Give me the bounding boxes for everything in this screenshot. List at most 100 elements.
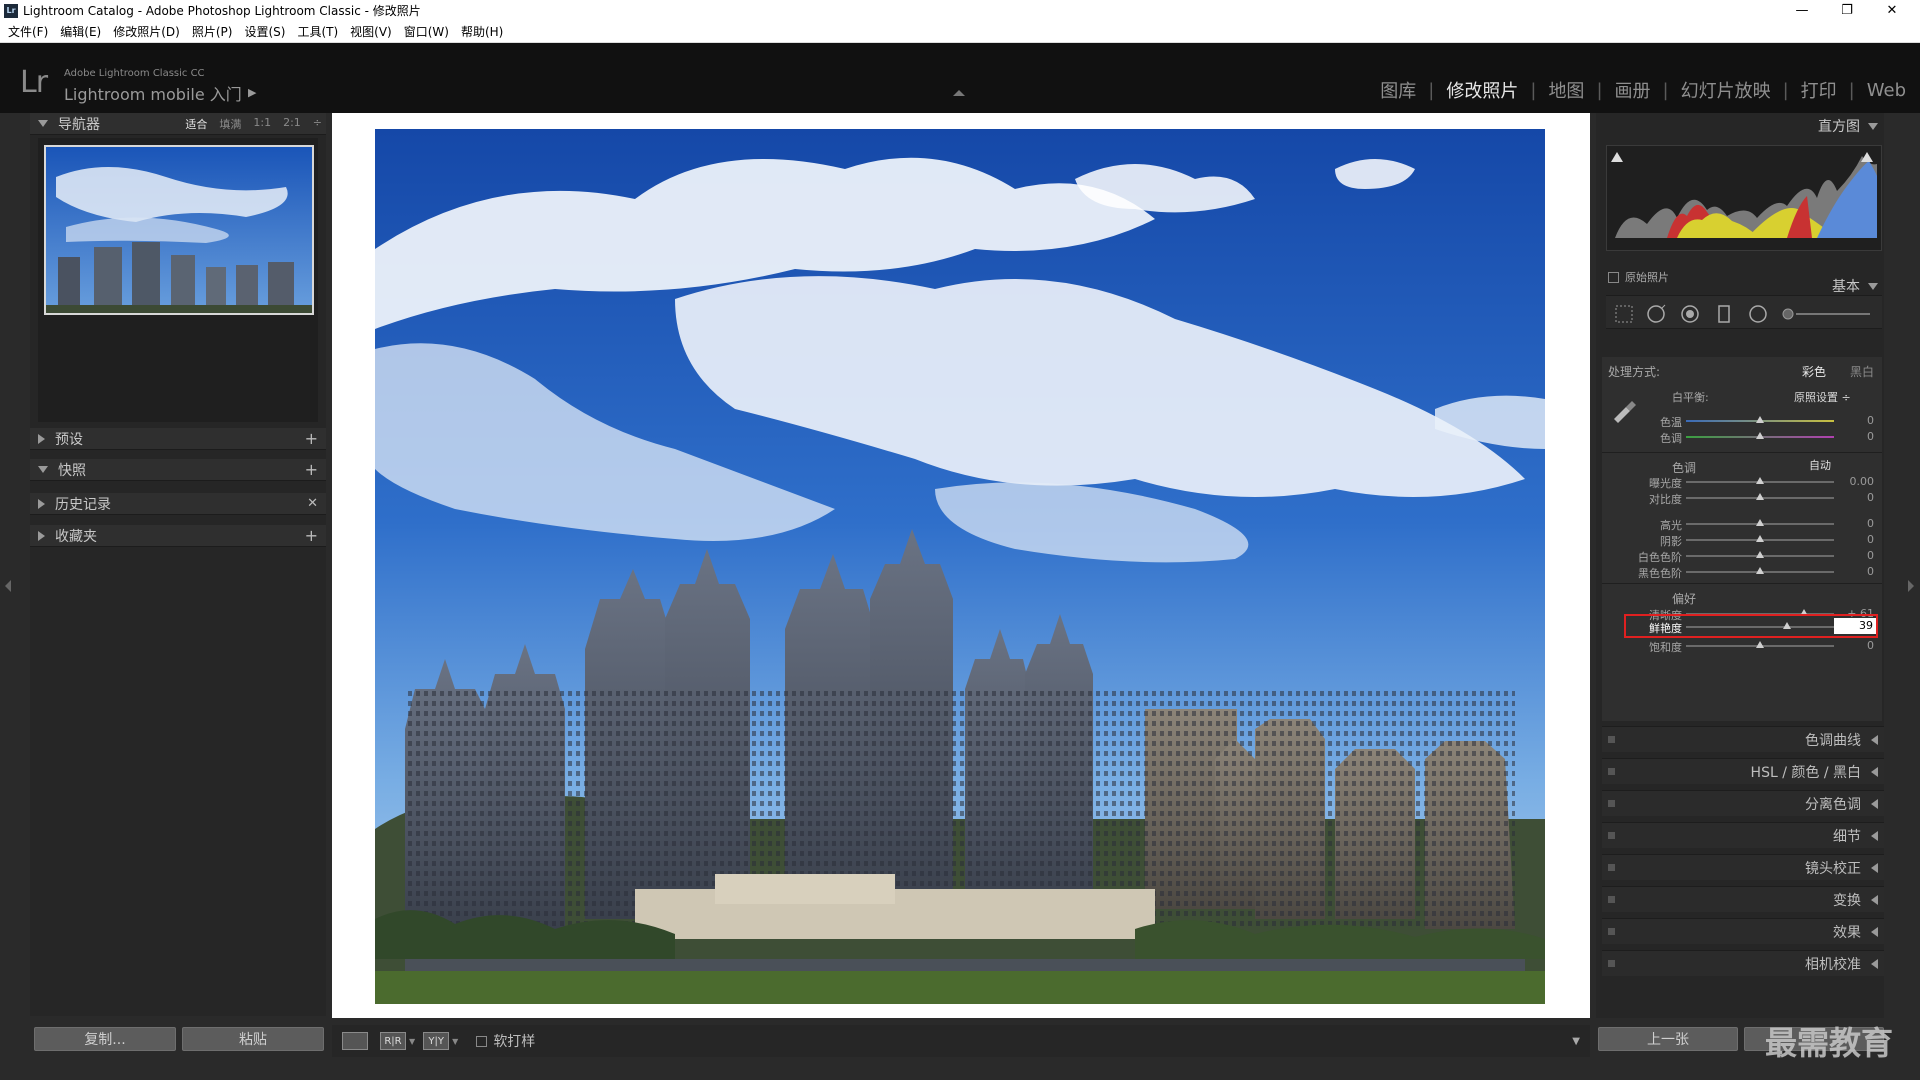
white-balance-select[interactable]: 原照设置 ÷ xyxy=(1794,389,1851,405)
menu-tools[interactable]: 工具(T) xyxy=(297,23,338,40)
effects-header[interactable]: 效果 xyxy=(1602,918,1884,944)
spot-removal-icon[interactable] xyxy=(1646,304,1666,324)
detail-header[interactable]: 细节 xyxy=(1602,822,1884,848)
treatment-bw[interactable]: 黑白 xyxy=(1850,363,1874,380)
zoom-fit[interactable]: 适合 xyxy=(185,116,207,132)
history-header[interactable]: 历史记录 ✕ xyxy=(30,493,326,515)
histogram[interactable] xyxy=(1606,145,1882,251)
hsl-header[interactable]: HSL / 颜色 / 黑白 xyxy=(1602,758,1884,784)
temp-slider[interactable] xyxy=(1686,416,1834,423)
restore-icon[interactable]: ❐ xyxy=(1825,0,1869,21)
navigator-header[interactable]: 导航器 适合 填满 1:1 2:1 ÷ xyxy=(30,113,326,135)
snapshots-header[interactable]: 快照 + xyxy=(30,459,326,481)
toolbar-menu-icon[interactable]: ▼ xyxy=(1572,1036,1580,1047)
radial-filter-icon[interactable] xyxy=(1748,304,1768,324)
highlights-value[interactable]: 0 xyxy=(1838,517,1874,530)
auto-tone-button[interactable]: 自动 xyxy=(1800,457,1840,473)
tone-curve-header[interactable]: 色调曲线 xyxy=(1602,726,1884,752)
split-toning-header[interactable]: 分离色调 xyxy=(1602,790,1884,816)
menu-edit[interactable]: 编辑(E) xyxy=(60,23,101,40)
collections-header[interactable]: 收藏夹 + xyxy=(30,525,326,547)
navigator-thumbnail[interactable] xyxy=(44,145,314,315)
menu-window[interactable]: 窗口(W) xyxy=(404,23,449,40)
menu-settings[interactable]: 设置(S) xyxy=(244,23,285,40)
contrast-slider[interactable] xyxy=(1686,493,1834,500)
softproof-checkbox[interactable] xyxy=(476,1035,488,1047)
menu-file[interactable]: 文件(F) xyxy=(8,23,48,40)
highlights-slider[interactable] xyxy=(1686,519,1834,526)
presets-header[interactable]: 预设 + xyxy=(30,428,326,450)
panel-toggle-icon[interactable] xyxy=(1608,832,1615,839)
menu-photo[interactable]: 照片(P) xyxy=(192,23,233,40)
panel-toggle-icon[interactable] xyxy=(1608,960,1615,967)
chevron-down-icon[interactable]: ▼ xyxy=(409,1037,415,1046)
main-photo[interactable] xyxy=(375,129,1545,1004)
menu-view[interactable]: 视图(V) xyxy=(350,23,392,40)
menu-help[interactable]: 帮助(H) xyxy=(461,23,503,40)
slider-knob[interactable] xyxy=(1782,622,1791,629)
zoom-fill[interactable]: 填满 xyxy=(219,116,241,132)
histogram-header[interactable]: 直方图 xyxy=(1596,115,1884,137)
previous-button[interactable]: 上一张 xyxy=(1598,1027,1738,1051)
lens-corrections-header[interactable]: 镜头校正 xyxy=(1602,854,1884,880)
chevron-down-icon[interactable]: ▼ xyxy=(452,1037,458,1046)
module-web[interactable]: Web xyxy=(1855,80,1906,101)
lightroom-mobile-link[interactable]: Lightroom mobile 入门 xyxy=(64,81,242,105)
loupe-view-icon[interactable] xyxy=(342,1032,368,1050)
tint-value[interactable]: 0 xyxy=(1838,430,1874,443)
zoom-1-1[interactable]: 1:1 xyxy=(253,116,271,132)
temp-value[interactable]: 0 xyxy=(1838,414,1874,427)
panel-toggle-icon[interactable] xyxy=(1608,736,1615,743)
slider-knob[interactable] xyxy=(1756,416,1764,423)
whites-slider[interactable] xyxy=(1686,551,1834,558)
slider-knob[interactable] xyxy=(1756,432,1764,439)
zoom-2-1[interactable]: 2:1 xyxy=(283,116,301,132)
top-panel-toggle-icon[interactable] xyxy=(953,90,965,96)
slider-knob[interactable] xyxy=(1756,551,1764,558)
slider-knob[interactable] xyxy=(1756,477,1764,484)
slider-knob[interactable] xyxy=(1756,641,1764,648)
slider-knob[interactable] xyxy=(1756,567,1764,574)
shadows-slider[interactable] xyxy=(1686,535,1834,542)
slider-knob[interactable] xyxy=(1756,493,1764,500)
slider-knob[interactable] xyxy=(1756,519,1764,526)
saturation-slider[interactable] xyxy=(1686,641,1834,648)
add-snapshot-icon[interactable]: + xyxy=(305,460,318,479)
blacks-value[interactable]: 0 xyxy=(1838,565,1874,578)
shadows-value[interactable]: 0 xyxy=(1838,533,1874,546)
slider-knob[interactable] xyxy=(1756,535,1764,542)
crop-overlay-icon[interactable] xyxy=(1614,304,1634,324)
adjustment-brush-icon[interactable] xyxy=(1782,304,1872,324)
module-slideshow[interactable]: 幻灯片放映 xyxy=(1669,77,1783,103)
module-develop[interactable]: 修改照片 xyxy=(1434,77,1530,103)
paste-settings-button[interactable]: 粘贴 xyxy=(182,1027,324,1051)
menu-develop[interactable]: 修改照片(D) xyxy=(113,23,180,40)
basic-header[interactable]: 基本 xyxy=(1596,275,1884,297)
exposure-slider[interactable] xyxy=(1686,477,1834,484)
vibrance-value-input[interactable]: 39 xyxy=(1834,618,1876,634)
left-panel-toggle-icon[interactable] xyxy=(5,580,11,592)
before-after-split-icon[interactable]: Y|Y xyxy=(423,1032,450,1050)
photo-canvas[interactable] xyxy=(332,113,1590,1018)
transform-header[interactable]: 变换 xyxy=(1602,886,1884,912)
panel-toggle-icon[interactable] xyxy=(1608,896,1615,903)
panel-toggle-icon[interactable] xyxy=(1608,864,1615,871)
before-after-icon[interactable]: R|R xyxy=(380,1032,406,1050)
play-arrow-icon[interactable]: ▶ xyxy=(248,86,256,99)
blacks-slider[interactable] xyxy=(1686,567,1834,574)
right-panel-toggle-icon[interactable] xyxy=(1908,580,1914,592)
tint-slider[interactable] xyxy=(1686,432,1834,439)
module-book[interactable]: 画册 xyxy=(1603,77,1663,103)
contrast-value[interactable]: 0 xyxy=(1838,491,1874,504)
add-collection-icon[interactable]: + xyxy=(305,526,318,545)
close-icon[interactable]: ✕ xyxy=(1870,0,1914,21)
red-eye-icon[interactable] xyxy=(1680,304,1700,324)
panel-toggle-icon[interactable] xyxy=(1608,928,1615,935)
panel-toggle-icon[interactable] xyxy=(1608,768,1615,775)
saturation-value[interactable]: 0 xyxy=(1838,639,1874,652)
module-library[interactable]: 图库 xyxy=(1368,77,1428,103)
whites-value[interactable]: 0 xyxy=(1838,549,1874,562)
module-print[interactable]: 打印 xyxy=(1789,77,1849,103)
add-preset-icon[interactable]: + xyxy=(305,429,318,448)
graduated-filter-icon[interactable] xyxy=(1714,304,1734,324)
